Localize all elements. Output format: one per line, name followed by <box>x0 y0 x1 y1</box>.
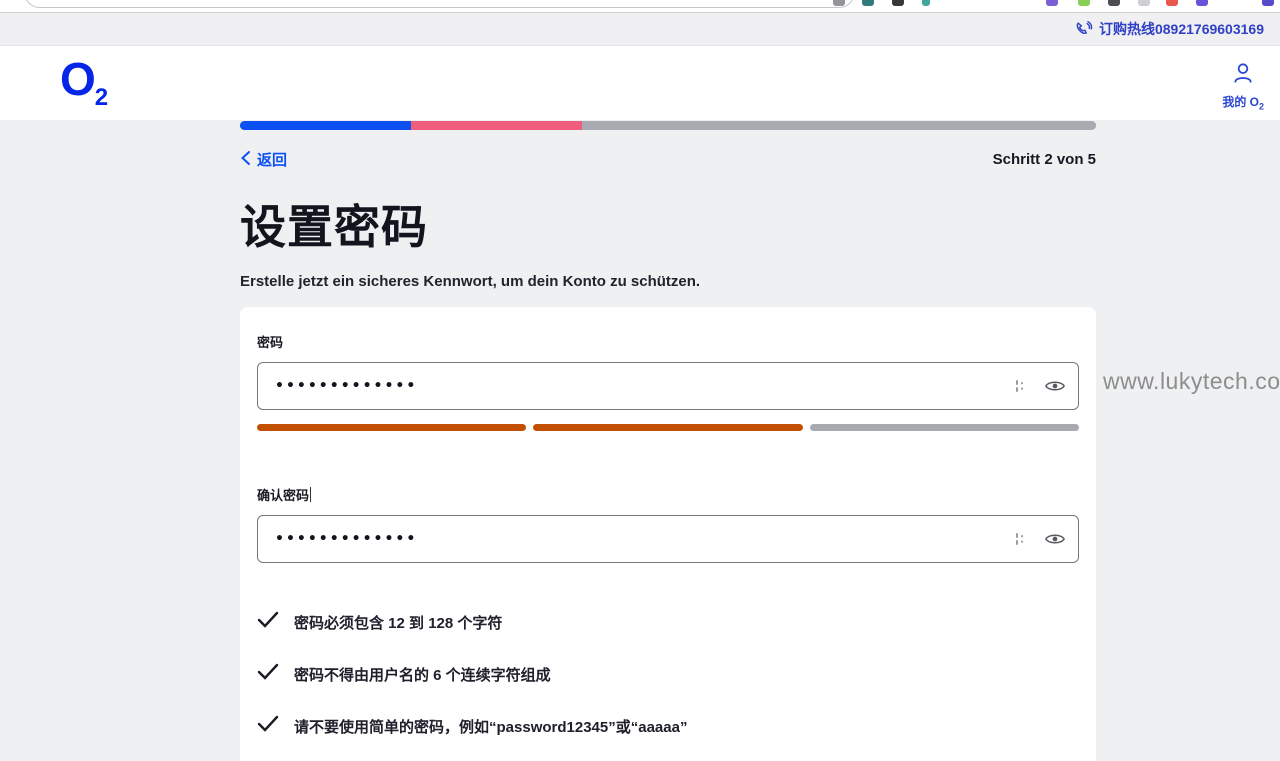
confirm-password-input[interactable] <box>257 515 1079 563</box>
password-field-block: 密码 <box>257 332 1079 431</box>
strength-segment <box>810 424 1079 431</box>
rule-item: 密码必须包含 12 到 128 个字符 <box>257 611 1079 633</box>
strength-segment <box>257 424 526 431</box>
extension-icon-fragment[interactable] <box>922 0 930 6</box>
checkmark-icon <box>257 715 279 737</box>
page-title: 设置密码 <box>240 191 1096 257</box>
show-password-eye-icon[interactable] <box>1045 532 1065 546</box>
step-nav-row: 返回 Schritt 2 von 5 <box>240 149 1096 170</box>
password-form-card: 密码 <box>240 307 1096 761</box>
confirm-password-label: 确认密码 <box>257 485 311 504</box>
extension-icon-fragment[interactable] <box>1166 0 1178 6</box>
checkmark-icon <box>257 611 279 633</box>
password-label: 密码 <box>257 332 283 351</box>
password-manager-icon[interactable] <box>1015 379 1027 393</box>
site-header: O2 我的 O2 <box>0 46 1280 120</box>
back-label: 返回 <box>257 149 287 170</box>
extension-icon-fragment[interactable] <box>1046 0 1058 6</box>
extension-icon-fragment[interactable] <box>1078 0 1090 6</box>
phone-icon <box>1075 21 1093 37</box>
back-link[interactable]: 返回 <box>240 149 287 170</box>
browser-chrome-strip <box>0 0 1280 13</box>
hotline-link[interactable]: 订购热线08921769603169 <box>1075 19 1264 39</box>
rule-text: 请不要使用简单的密码，例如“password12345”或“aaaaa” <box>294 716 687 737</box>
password-manager-icon[interactable] <box>1015 532 1027 546</box>
text-cursor <box>310 487 311 502</box>
address-bar-remnant[interactable] <box>24 0 855 8</box>
o2-logo[interactable]: O2 <box>60 56 107 110</box>
extension-icon-fragment[interactable] <box>1262 0 1274 6</box>
extension-icon-fragment[interactable] <box>833 0 845 6</box>
password-strength-meter <box>257 424 1079 431</box>
rule-item: 请不要使用简单的密码，例如“password12345”或“aaaaa” <box>257 715 1079 737</box>
account-label: 我的 O2 <box>1222 93 1264 111</box>
extension-icon-fragment[interactable] <box>892 0 904 6</box>
rule-item: 密码不得由用户名的 6 个连续字符组成 <box>257 663 1079 685</box>
extension-icon-fragment[interactable] <box>1138 0 1150 6</box>
checkmark-icon <box>257 663 279 685</box>
chevron-left-icon <box>240 150 251 170</box>
rule-text: 密码必须包含 12 到 128 个字符 <box>294 612 502 633</box>
confirm-password-field-block: 确认密码 <box>257 485 1079 563</box>
password-input[interactable] <box>257 362 1079 410</box>
progress-bar <box>240 121 1096 130</box>
watermark: www.lukytech.com <box>1103 368 1280 395</box>
extension-icon-fragment[interactable] <box>862 0 874 6</box>
main-content: 返回 Schritt 2 von 5 设置密码 Erstelle jetzt e… <box>0 121 1280 761</box>
progress-segment-current <box>411 121 582 130</box>
extension-icon-fragment[interactable] <box>1196 0 1208 6</box>
progress-segment-done <box>240 121 411 130</box>
step-indicator: Schritt 2 von 5 <box>993 151 1096 168</box>
page-subtitle: Erstelle jetzt ein sicheres Kennwort, um… <box>240 273 1096 290</box>
strength-segment <box>533 424 802 431</box>
rule-text: 密码不得由用户名的 6 个连续字符组成 <box>294 664 551 685</box>
password-rules-list: 密码必须包含 12 到 128 个字符 密码不得由用户名的 6 个连续字符组成 … <box>257 611 1079 737</box>
show-password-eye-icon[interactable] <box>1045 379 1065 393</box>
extension-icon-fragment[interactable] <box>1108 0 1120 6</box>
my-o2-account[interactable]: 我的 O2 <box>1222 60 1264 111</box>
hotline-label: 订购热线08921769603169 <box>1099 19 1264 39</box>
progress-segment-remaining <box>582 121 1096 130</box>
user-icon <box>1230 60 1256 91</box>
hotline-bar: 订购热线08921769603169 <box>0 13 1280 46</box>
